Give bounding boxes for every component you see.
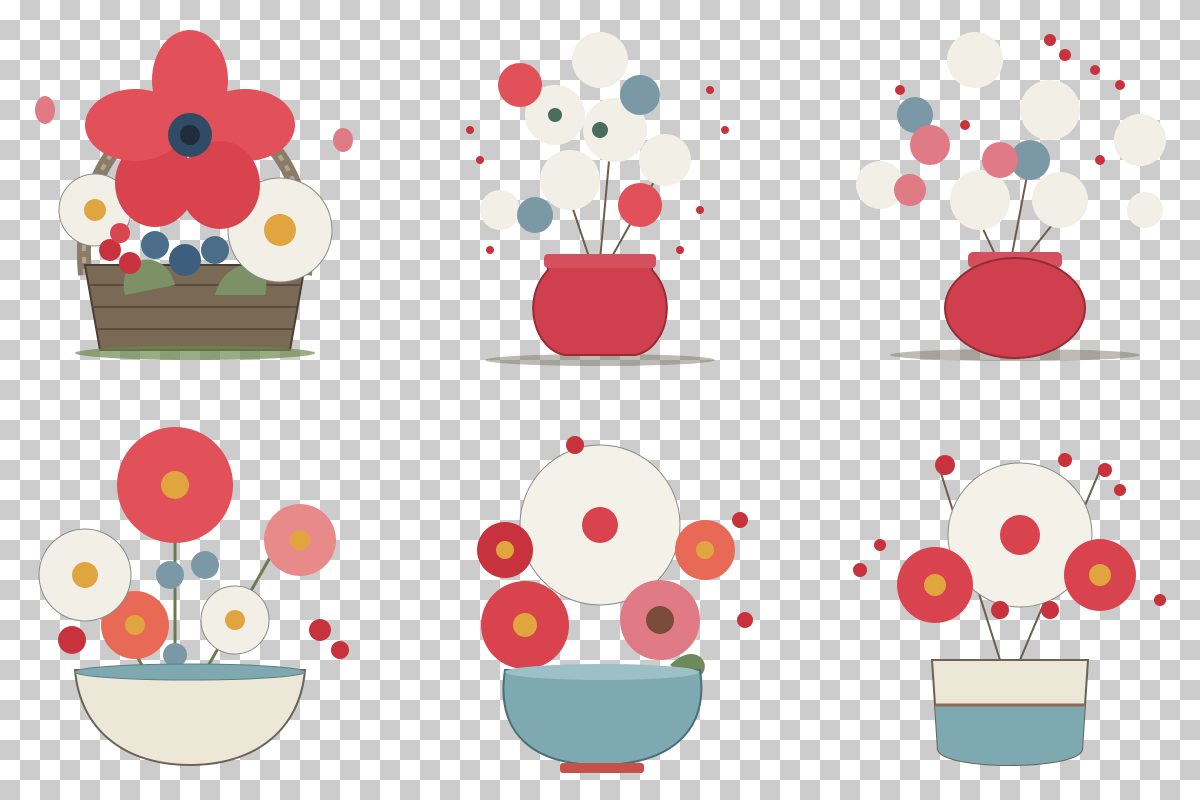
cream-bowl bbox=[73, 663, 307, 767]
basket-arrangement bbox=[25, 15, 365, 365]
red-round-vase bbox=[944, 252, 1086, 359]
red-vase-arrangement bbox=[440, 20, 760, 370]
transparent-canvas bbox=[0, 0, 1200, 800]
blue-speckled-bowl bbox=[502, 664, 703, 773]
cream-blue-pot bbox=[930, 659, 1090, 766]
cream-blue-pot-arrangement bbox=[850, 450, 1170, 780]
blue-bowl-arrangement bbox=[440, 435, 770, 780]
red-round-vase-arrangement bbox=[850, 20, 1180, 365]
cream-bowl-arrangement bbox=[30, 427, 360, 780]
red-vase bbox=[532, 254, 668, 356]
